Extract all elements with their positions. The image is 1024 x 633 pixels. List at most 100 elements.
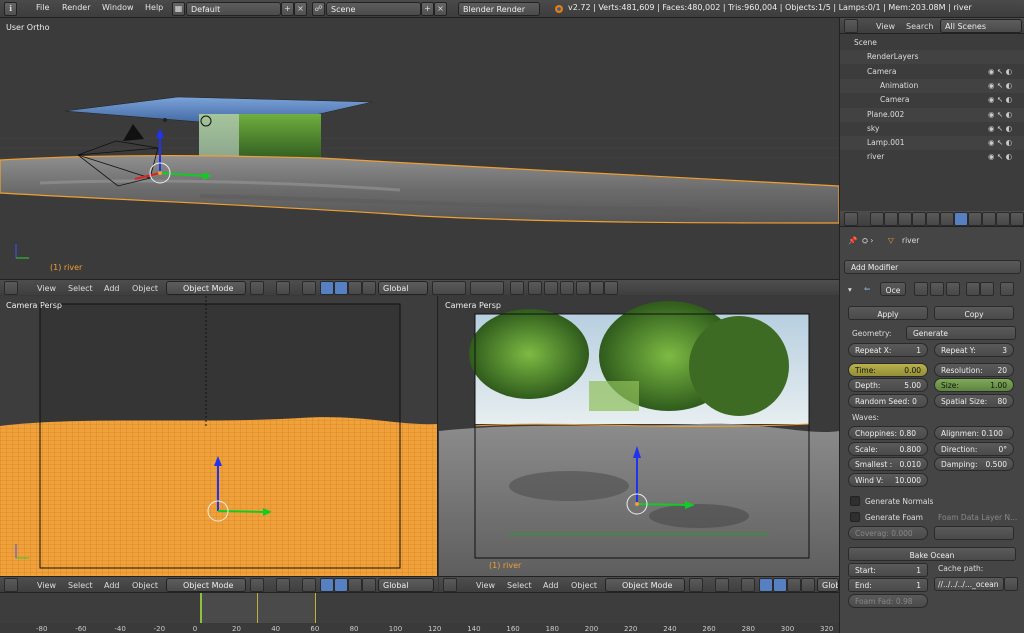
menu-view[interactable]: View (37, 581, 56, 590)
snap-element-icon[interactable] (560, 281, 574, 295)
object-mode-select[interactable]: Object Mode (166, 578, 246, 592)
add-screen-icon[interactable]: + (281, 2, 294, 16)
scale-icon-2[interactable] (362, 578, 376, 592)
random-seed-field[interactable]: Random Seed: 0 (848, 394, 928, 408)
show-render-icon[interactable] (914, 282, 928, 296)
add-scene-icon[interactable]: + (421, 2, 434, 16)
bake-ocean-button[interactable]: Bake Ocean (848, 547, 1016, 561)
menu-view[interactable]: View (476, 581, 495, 590)
direction-field[interactable]: Direction: 0° (934, 442, 1014, 456)
layers-grid-2[interactable] (470, 281, 504, 295)
menu-render[interactable]: Render (62, 3, 90, 12)
texture-tab-icon[interactable] (996, 212, 1010, 226)
scale-icon-2[interactable] (801, 578, 815, 592)
menu-object[interactable]: Object (132, 284, 158, 293)
depth-field[interactable]: Depth: 5.00 (848, 378, 928, 392)
repeat-y-field[interactable]: Repeat Y: 3 (934, 343, 1014, 357)
material-tab-icon[interactable] (982, 212, 996, 226)
visibility-icon[interactable]: ◉ ↖ ◐ (988, 124, 1012, 133)
modifier-name-field[interactable]: Oce (880, 282, 906, 296)
layers-grid-1[interactable] (432, 281, 466, 295)
render-anim-icon[interactable] (604, 281, 618, 295)
geometry-select[interactable]: Generate (906, 326, 1016, 340)
proportional-edit-icon[interactable] (528, 281, 542, 295)
translate-icon[interactable] (320, 578, 334, 592)
outliner-filter-select[interactable]: All Scenes (940, 19, 1022, 33)
generate-normals-checkbox[interactable] (850, 496, 860, 506)
visibility-icon[interactable]: ◉ ↖ ◐ (988, 138, 1012, 147)
choppiness-field[interactable]: Choppines: 0.80 (848, 426, 928, 440)
world-tab-icon[interactable] (912, 212, 926, 226)
outliner-item[interactable]: sky ◉ ↖ ◐ (840, 122, 1024, 136)
menu-object[interactable]: Object (132, 581, 158, 590)
outliner-item[interactable]: Plane.002 ◉ ↖ ◐ (840, 107, 1024, 122)
move-down-icon[interactable] (980, 282, 994, 296)
editor-type-icon[interactable] (844, 19, 858, 33)
translate-icon[interactable] (320, 281, 334, 295)
lock-layer-icon[interactable] (510, 281, 524, 295)
layers-tab-icon[interactable] (884, 212, 898, 226)
scene-tab-icon[interactable] (898, 212, 912, 226)
menu-select[interactable]: Select (68, 581, 93, 590)
editor-type-icon[interactable] (4, 578, 18, 592)
pivot-icon[interactable] (276, 578, 290, 592)
translate-icon[interactable] (759, 578, 773, 592)
pivot-icon[interactable] (715, 578, 729, 592)
pivot-icon[interactable] (276, 281, 290, 295)
object-tab-icon[interactable] (926, 212, 940, 226)
show-viewport-icon[interactable] (930, 282, 944, 296)
remove-scene-icon[interactable]: × (434, 2, 447, 16)
spatial-size-field[interactable]: Spatial Size: 80 (934, 394, 1014, 408)
damping-field[interactable]: Damping: 0.500 (934, 457, 1014, 471)
menu-object[interactable]: Object (571, 581, 597, 590)
start-field[interactable]: Start: 1 (848, 563, 928, 577)
scene-field[interactable]: Scene (326, 2, 421, 16)
timeline[interactable]: -80 -60 -40 -20 0 20 40 60 80 100 120 140 160 180 200 2… (0, 592, 839, 633)
visibility-icon[interactable]: ◉ ↖ ◐ (988, 81, 1012, 90)
scale-icon[interactable] (787, 578, 801, 592)
object-mode-select[interactable]: Object Mode (605, 578, 685, 592)
transform-orientation-select[interactable]: Global (378, 578, 434, 592)
pin-icon[interactable]: 📌 (848, 236, 857, 245)
foam-fade-field[interactable]: Foam Fad: 0.98 (848, 594, 928, 608)
visibility-icon[interactable]: ◉ ↖ ◐ (988, 95, 1012, 104)
scene-icon[interactable]: ☍ (312, 2, 325, 16)
manipulator-icon[interactable] (302, 578, 316, 592)
outliner-item[interactable]: Animation ◉ ↖ ◐ (840, 78, 1024, 93)
menu-help[interactable]: Help (145, 3, 163, 12)
foam-layer-field[interactable] (934, 526, 1014, 540)
menu-view[interactable]: View (876, 22, 895, 31)
menu-view[interactable]: View (37, 284, 56, 293)
move-up-icon[interactable] (966, 282, 980, 296)
rotate-icon[interactable] (334, 281, 348, 295)
editor-type-icon[interactable] (443, 578, 457, 592)
wind-velocity-field[interactable]: Wind V: 10.000 (848, 473, 928, 487)
outliner-item[interactable]: Scene (840, 36, 1024, 50)
menu-window[interactable]: Window (102, 3, 134, 12)
scale-icon-2[interactable] (362, 281, 376, 295)
folder-icon[interactable] (1004, 577, 1018, 591)
shading-icon[interactable] (250, 578, 264, 592)
remove-modifier-icon[interactable] (1000, 282, 1014, 296)
repeat-x-field[interactable]: Repeat X: 1 (848, 343, 928, 357)
rotate-icon[interactable] (334, 578, 348, 592)
scale-icon[interactable] (348, 281, 362, 295)
menu-select[interactable]: Select (68, 284, 93, 293)
rotate-icon[interactable] (773, 578, 787, 592)
render-tab-icon[interactable] (870, 212, 884, 226)
transform-orientation-select[interactable]: Global (378, 281, 428, 295)
visibility-icon[interactable]: ◉ ↖ ◐ (988, 152, 1012, 161)
editor-type-icon[interactable]: ℹ (4, 2, 17, 16)
remove-screen-icon[interactable]: × (294, 2, 307, 16)
alignment-field[interactable]: Alignmen: 0.100 (934, 426, 1014, 440)
modifiers-tab-icon[interactable] (954, 212, 968, 226)
outliner-item[interactable]: Camera ◉ ↖ ◐ (840, 93, 1024, 107)
menu-search[interactable]: Search (906, 22, 933, 31)
timeline-track[interactable] (0, 593, 839, 623)
viewport-user-ortho[interactable]: User Ortho (1) river (0, 18, 839, 279)
generate-foam-checkbox[interactable] (850, 512, 860, 522)
copy-button[interactable]: Copy (934, 306, 1014, 320)
screen-layout-field[interactable]: Default (186, 2, 281, 16)
coverage-field[interactable]: Coverag: 0.000 (848, 526, 928, 540)
smallest-field[interactable]: Smallest : 0.010 (848, 457, 928, 471)
